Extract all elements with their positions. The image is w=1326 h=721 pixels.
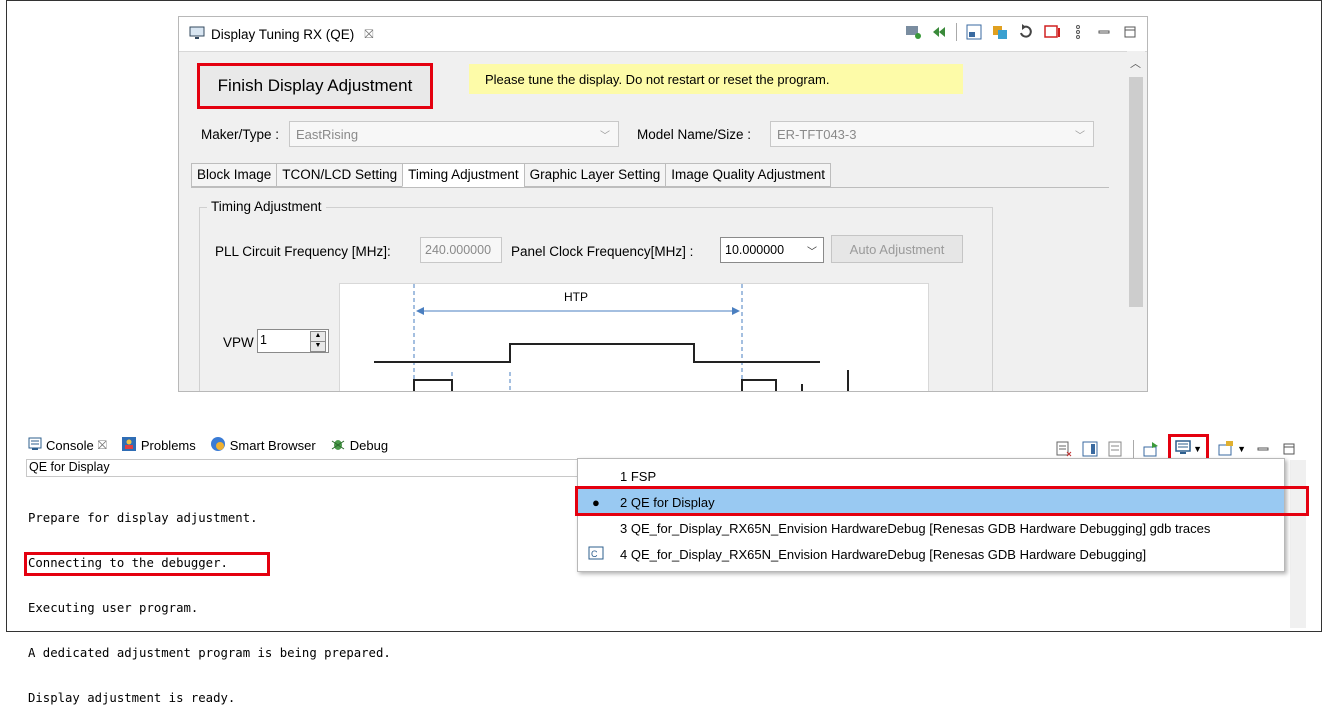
vpw-spinner[interactable]: 1 ▲ ▼ (257, 329, 329, 353)
scroll-lock-icon[interactable] (1081, 440, 1099, 458)
pll-field: 240.000000 (420, 237, 502, 263)
htp-label: HTP (564, 290, 588, 304)
new-console-icon (1217, 439, 1235, 460)
console-line-ready: Display adjustment is ready. (28, 691, 236, 705)
model-label: Model Name/Size : (637, 127, 752, 142)
settings-tabs: Block Image TCON/LCD Setting Timing Adju… (191, 163, 832, 187)
monitor-icon (189, 25, 205, 44)
menu-item-gdb-traces[interactable]: 3 QE_for_Display_RX65N_Envision Hardware… (578, 515, 1284, 541)
chevron-down-icon: ﹀ (600, 131, 610, 142)
chevron-down-icon: ﹀ (1075, 131, 1085, 142)
layout-icon[interactable] (965, 23, 983, 41)
pll-label: PLL Circuit Frequency [MHz]: (215, 244, 391, 259)
model-value: ER-TFT043-3 (777, 126, 857, 142)
qe-toolbar (904, 23, 1139, 41)
toolbar-separator (1133, 440, 1135, 458)
finish-display-adjustment-button[interactable]: Finish Display Adjustment (197, 63, 433, 109)
tab-smart-browser-label: Smart Browser (229, 438, 316, 453)
connect-display-icon[interactable] (904, 23, 922, 41)
menu-item-label: 3 QE_for_Display_RX65N_Envision Hardware… (620, 520, 1211, 536)
refresh-icon[interactable] (1017, 23, 1035, 41)
tab-divider (191, 187, 1109, 188)
window-red-icon[interactable] (1043, 23, 1061, 41)
tab-smart-browser[interactable]: Smart Browser (210, 436, 316, 455)
minimize-icon[interactable] (1095, 23, 1113, 41)
menu-item-hardware-debug[interactable]: C 4 QE_for_Display_RX65N_Envision Hardwa… (578, 541, 1284, 567)
maker-value: EastRising (296, 126, 359, 142)
debug-icon (330, 436, 346, 455)
maximize-icon[interactable] (1121, 23, 1139, 41)
qe-display-tuning-panel: Display Tuning RX (QE) ⛝ Finish Display … (178, 16, 1148, 392)
image-color-icon[interactable] (991, 23, 1009, 41)
scrollbar-thumb[interactable] (1129, 77, 1143, 307)
vpw-value: 1 (260, 333, 267, 347)
view-menu-icon[interactable] (1069, 23, 1087, 41)
qe-for-display-highlight (575, 486, 1309, 516)
console-tab-bar: Console ⛝ Problems Smart Browser Debug (28, 436, 388, 455)
panel-clock-value: 10.000000 (725, 243, 785, 257)
tab-console[interactable]: Console ⛝ (28, 437, 107, 454)
console-line: A dedicated adjustment program is being … (28, 646, 391, 660)
scroll-up-icon[interactable]: ︿ (1130, 55, 1141, 71)
chevron-down-icon: ▼ (1193, 444, 1203, 454)
tab-graphic-layer-setting[interactable]: Graphic Layer Setting (523, 163, 666, 187)
tab-image-quality-adjustment[interactable]: Image Quality Adjustment (665, 163, 832, 187)
open-console-button[interactable]: ▼ (1217, 439, 1246, 460)
qe-tab[interactable]: Display Tuning RX (QE) ⛝ (179, 17, 384, 51)
close-icon[interactable]: ⛝ (98, 438, 107, 453)
word-wrap-icon[interactable] (1107, 440, 1125, 458)
tab-console-label: Console (46, 438, 94, 453)
timing-diagram: HTP (339, 283, 929, 391)
pin-console-icon[interactable] (1142, 440, 1160, 458)
close-icon[interactable]: ⛝ (364, 27, 373, 42)
maker-label: Maker/Type : (201, 127, 280, 142)
auto-adjustment-button[interactable]: Auto Adjustment (831, 235, 963, 263)
model-dropdown[interactable]: ER-TFT043-3 ﹀ (770, 121, 1094, 147)
maximize-icon[interactable] (1280, 440, 1298, 458)
tab-problems[interactable]: Problems (121, 436, 196, 455)
chevron-down-icon: ﹀ (807, 247, 817, 258)
vpw-label: VPW (223, 335, 254, 350)
menu-item-label: 4 QE_for_Display_RX65N_Envision Hardware… (620, 546, 1147, 562)
smart-browser-icon (210, 436, 226, 455)
panel-clock-dropdown[interactable]: 10.000000 ﹀ (720, 237, 824, 263)
tab-debug[interactable]: Debug (330, 436, 388, 455)
qe-tab-title: Display Tuning RX (QE) (211, 26, 355, 42)
console-icon (28, 437, 42, 454)
console-output: Prepare for display adjustment. Connecti… (28, 481, 580, 721)
maker-dropdown[interactable]: EastRising ﹀ (289, 121, 619, 147)
spin-down-icon[interactable]: ▼ (310, 341, 326, 352)
minimize-icon[interactable] (1254, 440, 1272, 458)
tab-block-image[interactable]: Block Image (191, 163, 277, 187)
tab-timing-adjustment[interactable]: Timing Adjustment (402, 163, 524, 187)
group-title: Timing Adjustment (207, 199, 326, 214)
console-line: Prepare for display adjustment. (28, 511, 258, 525)
console-name-header: QE for Display (26, 459, 578, 477)
clear-console-icon[interactable] (1055, 440, 1073, 458)
svg-text:C: C (591, 549, 598, 559)
console-line: Executing user program. (28, 601, 199, 615)
menu-item-label: 1 FSP (620, 468, 657, 484)
tab-tcon-lcd-setting[interactable]: TCON/LCD Setting (276, 163, 403, 187)
ready-highlight (24, 552, 270, 576)
problems-icon (121, 436, 137, 455)
panel-clock-label: Panel Clock Frequency[MHz] : (511, 244, 694, 259)
c-console-icon: C (588, 545, 604, 564)
chevron-down-icon: ▼ (1237, 444, 1246, 454)
tab-debug-label: Debug (349, 438, 389, 453)
console-monitor-icon (1175, 439, 1191, 459)
notice-banner: Please tune the display. Do not restart … (469, 64, 963, 94)
qe-tab-bar: Display Tuning RX (QE) ⛝ (179, 17, 1147, 52)
tab-problems-label: Problems (140, 438, 196, 453)
rewind-icon[interactable] (930, 23, 948, 41)
toolbar-separator (956, 23, 957, 41)
